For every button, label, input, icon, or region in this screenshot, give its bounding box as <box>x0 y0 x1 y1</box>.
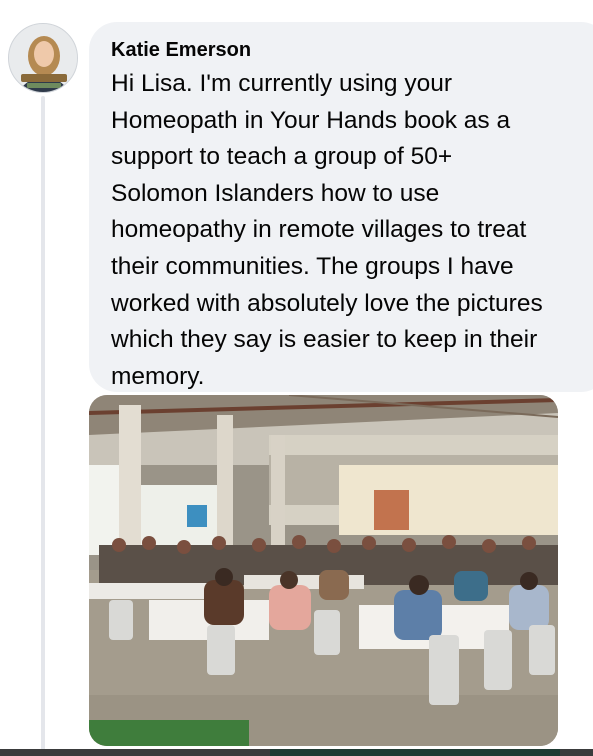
avatar-image-icon <box>9 24 77 92</box>
author-avatar[interactable] <box>8 23 78 93</box>
comment-text: Hi Lisa. I'm currently using your Homeop… <box>111 70 543 390</box>
classroom-photo-icon <box>89 395 558 746</box>
comment-bubble: Katie Emerson Hi Lisa. I'm currently usi… <box>89 22 593 392</box>
comment-photo-attachment[interactable] <box>89 395 558 746</box>
bottom-ui-strip <box>0 749 593 756</box>
comment-author-name[interactable]: Katie Emerson <box>111 37 589 63</box>
thread-connector-line <box>41 96 45 756</box>
comment-thread: Katie Emerson Hi Lisa. I'm currently usi… <box>0 0 593 756</box>
bottom-ui-strip-segment <box>270 749 560 756</box>
